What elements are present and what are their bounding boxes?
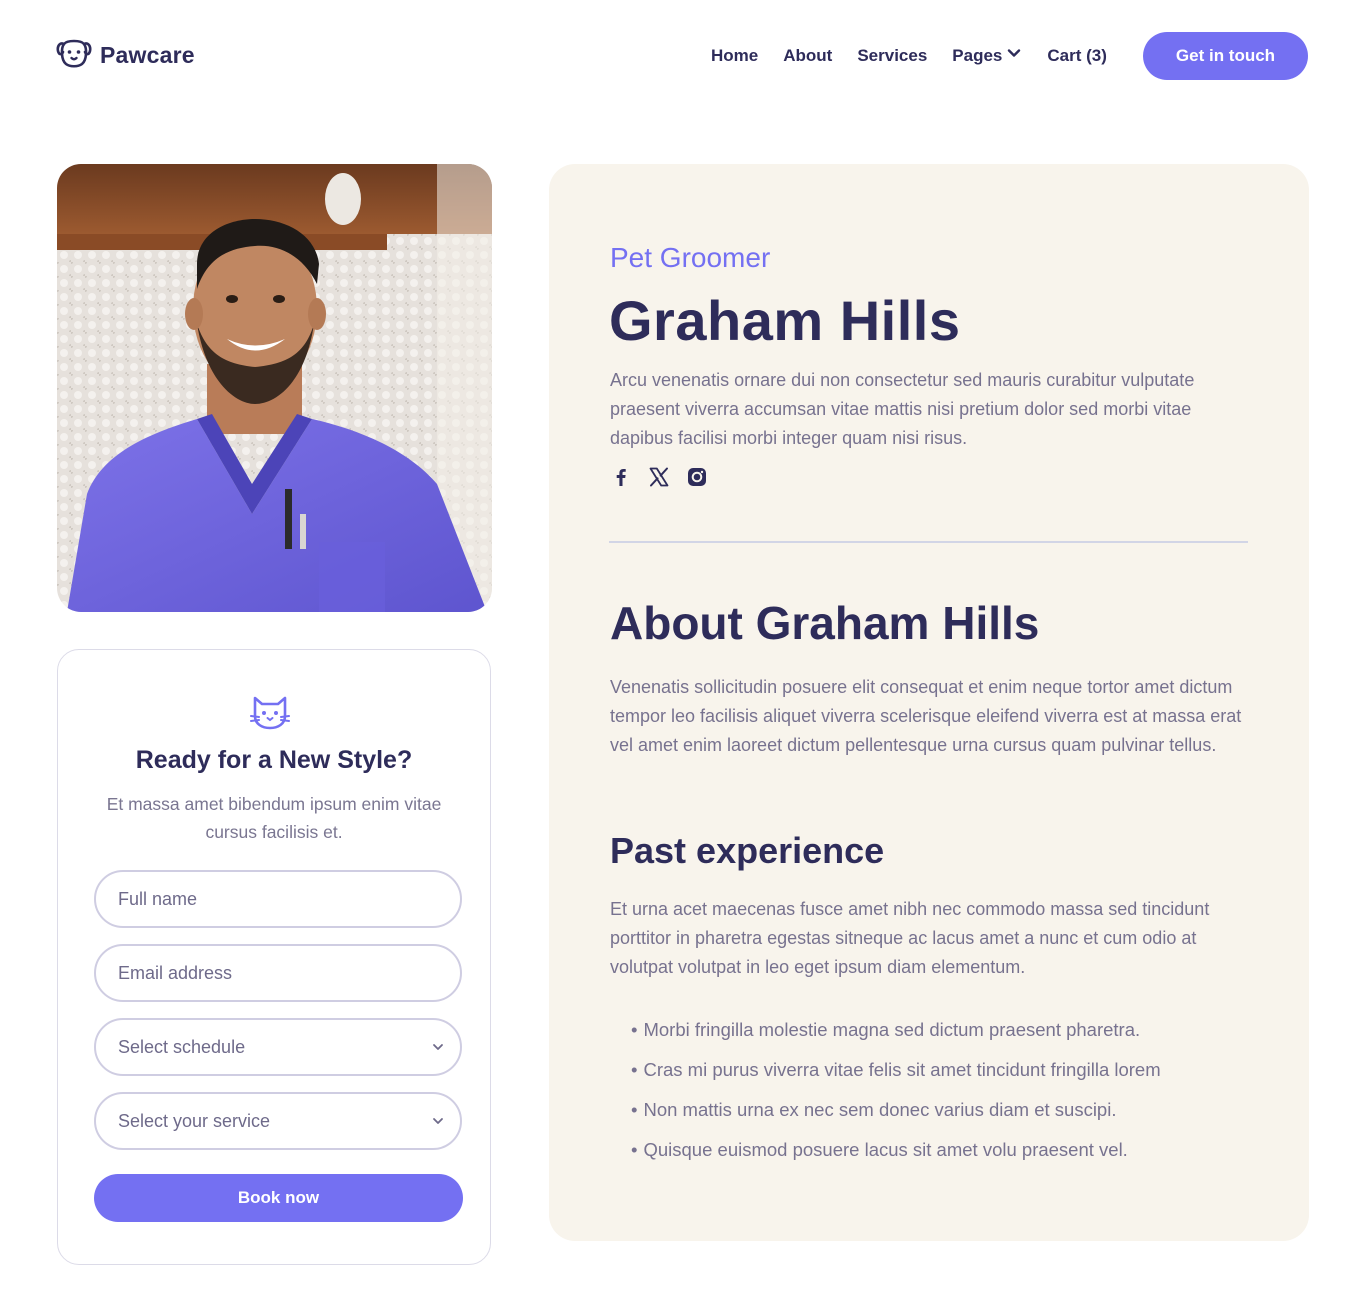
nav-pages-dropdown[interactable]: Pages bbox=[952, 44, 1022, 68]
full-name-input[interactable]: Full name bbox=[94, 870, 462, 928]
schedule-select[interactable]: Select schedule bbox=[94, 1018, 462, 1076]
list-item: Non mattis urna ex nec sem donec varius … bbox=[631, 1090, 1251, 1130]
service-select-value: Select your service bbox=[118, 1110, 271, 1131]
brand-logo[interactable]: Pawcare bbox=[56, 38, 195, 73]
chevron-down-icon bbox=[430, 1113, 446, 1129]
nav-home[interactable]: Home bbox=[711, 44, 758, 68]
list-item: Cras mi purus viverra vitae felis sit am… bbox=[631, 1050, 1251, 1090]
schedule-select-value: Select schedule bbox=[118, 1036, 246, 1057]
list-item: Quisque euismod posuere lacus sit amet v… bbox=[631, 1130, 1251, 1170]
cat-face-icon bbox=[250, 694, 290, 732]
dog-face-icon bbox=[56, 38, 92, 73]
experience-title: Past experience bbox=[610, 830, 885, 871]
experience-list: Morbi fringilla molestie magna sed dictu… bbox=[631, 1010, 1251, 1170]
x-icon[interactable] bbox=[648, 466, 670, 488]
book-now-button[interactable]: Book now bbox=[94, 1174, 463, 1222]
service-select[interactable]: Select your service bbox=[94, 1092, 462, 1150]
chevron-down-icon bbox=[430, 1039, 446, 1055]
nav-cart-label: Cart (3) bbox=[1047, 46, 1107, 65]
experience-text: Et urna acet maecenas fusce amet nibh ne… bbox=[610, 899, 1210, 977]
nav-services[interactable]: Services bbox=[857, 44, 927, 68]
profile-role: Pet Groomer bbox=[610, 242, 771, 273]
email-input[interactable]: Email address bbox=[94, 944, 462, 1002]
facebook-icon[interactable] bbox=[610, 466, 632, 488]
profile-panel: Pet Groomer Graham Hills Arcu venenatis … bbox=[549, 164, 1309, 1241]
social-links bbox=[610, 466, 708, 488]
section-divider bbox=[609, 541, 1248, 543]
about-title: About Graham Hills bbox=[610, 597, 1040, 649]
booking-card: Ready for a New Style? Et massa amet bib… bbox=[57, 649, 491, 1265]
groomer-photo bbox=[57, 164, 492, 612]
full-name-placeholder: Full name bbox=[118, 888, 198, 909]
chevron-down-icon bbox=[1006, 44, 1022, 68]
get-in-touch-button[interactable]: Get in touch bbox=[1143, 32, 1308, 80]
email-placeholder: Email address bbox=[118, 962, 233, 983]
site-header: Pawcare Home About Services Pages Cart (… bbox=[0, 0, 1368, 112]
main-nav: Home About Services Pages Cart (3) bbox=[711, 44, 1132, 68]
nav-cart[interactable]: Cart (3) bbox=[1047, 44, 1107, 68]
nav-services-label: Services bbox=[857, 46, 928, 65]
instagram-icon[interactable] bbox=[686, 466, 708, 488]
nav-about-label: About bbox=[783, 46, 833, 65]
nav-home-label: Home bbox=[711, 46, 759, 65]
nav-pages-label: Pages bbox=[952, 46, 1003, 65]
nav-about[interactable]: About bbox=[783, 44, 832, 68]
brand-name: Pawcare bbox=[100, 41, 195, 68]
list-item: Morbi fringilla molestie magna sed dictu… bbox=[631, 1010, 1251, 1050]
profile-name: Graham Hills bbox=[609, 289, 961, 352]
profile-bio: Arcu venenatis ornare dui non consectetu… bbox=[610, 370, 1195, 448]
booking-title: Ready for a New Style? bbox=[135, 746, 413, 774]
about-text: Venenatis sollicitudin posuere elit cons… bbox=[610, 677, 1242, 755]
booking-subtitle: Et massa amet bibendum ipsum enim vitae … bbox=[106, 794, 442, 842]
